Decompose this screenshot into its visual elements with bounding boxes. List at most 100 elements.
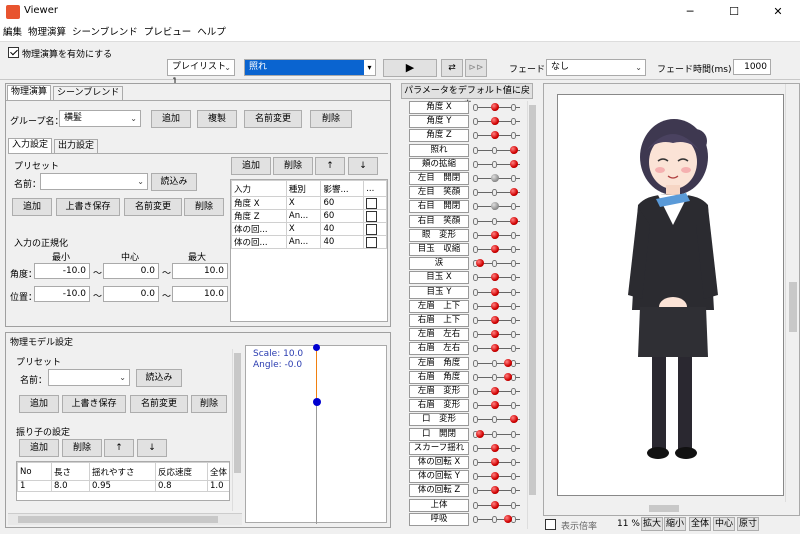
- table-row[interactable]: 角度 Z An... 60: [231, 209, 387, 223]
- param-slider[interactable]: [472, 442, 522, 455]
- position-min-input[interactable]: -10.0: [34, 286, 90, 302]
- model-delete-button[interactable]: 削除: [191, 395, 227, 413]
- param-slider-knob[interactable]: [490, 117, 499, 126]
- param-slider-knob[interactable]: [490, 131, 499, 140]
- param-slider-knob[interactable]: [490, 103, 499, 111]
- menu-edit[interactable]: 編集: [0, 24, 25, 42]
- param-button[interactable]: 目玉 Y: [409, 285, 469, 299]
- param-button[interactable]: 口 変形: [409, 413, 469, 427]
- group-duplicate-button[interactable]: 複製: [197, 110, 237, 128]
- param-button[interactable]: 左眉 変形: [409, 385, 469, 398]
- pendulum-delete-button[interactable]: 削除: [62, 439, 102, 457]
- param-slider-knob[interactable]: [476, 259, 485, 268]
- preset-select[interactable]: ⌄: [40, 173, 148, 190]
- pendulum-up-button[interactable]: ↑: [104, 439, 134, 457]
- param-button[interactable]: スカーフ揺れ: [409, 441, 469, 455]
- col-reaction[interactable]: 反応速度: [155, 462, 208, 481]
- menu-physics[interactable]: 物理演算: [25, 24, 69, 42]
- model-rename-button[interactable]: 名前変更: [130, 395, 188, 413]
- skip-icon[interactable]: ⊳⊳: [465, 59, 487, 77]
- param-button[interactable]: 左目 笑顔: [409, 186, 469, 200]
- param-slider[interactable]: [472, 300, 522, 313]
- param-slider[interactable]: [472, 456, 522, 469]
- param-button[interactable]: 涙: [409, 257, 469, 271]
- model-add-button[interactable]: 追加: [19, 395, 59, 413]
- param-slider[interactable]: [472, 257, 522, 270]
- col-overall[interactable]: 全体: [207, 462, 229, 481]
- preset-load-button[interactable]: 読込み: [151, 173, 197, 191]
- param-slider-knob[interactable]: [490, 273, 499, 282]
- param-button[interactable]: 体の回転 Z: [409, 484, 469, 498]
- param-button[interactable]: 右眉 角度: [409, 370, 469, 384]
- model-vscrollbar[interactable]: [232, 349, 242, 511]
- param-slider-knob[interactable]: [490, 472, 499, 481]
- param-slider[interactable]: [472, 484, 522, 497]
- param-button[interactable]: 角度 Z: [409, 129, 469, 143]
- pendulum-add-button[interactable]: 追加: [19, 439, 59, 457]
- viewport-vscrollbar[interactable]: [785, 84, 799, 502]
- preset-overwrite-button[interactable]: 上書き保存: [56, 198, 120, 216]
- model-overwrite-button[interactable]: 上書き保存: [62, 395, 126, 413]
- playlist-select[interactable]: プレイリスト 1 ⌄: [167, 59, 235, 87]
- fade-select[interactable]: なし ⌄: [546, 59, 646, 76]
- param-button[interactable]: 角度 X: [409, 101, 469, 114]
- param-vscrollbar[interactable]: [527, 101, 537, 529]
- physics-enable-checkbox[interactable]: [8, 47, 19, 58]
- row-checkbox[interactable]: [366, 223, 378, 235]
- param-slider[interactable]: [472, 399, 522, 412]
- param-slider-knob[interactable]: [509, 159, 518, 168]
- param-slider-knob[interactable]: [490, 316, 499, 324]
- param-slider-knob[interactable]: [490, 174, 499, 182]
- table-row[interactable]: 角度 X X 60: [231, 196, 387, 210]
- reset-params-button[interactable]: パラメータをデフォルト値に戻す: [401, 83, 533, 110]
- preset-rename-button[interactable]: 名前変更: [124, 198, 182, 216]
- param-slider-knob[interactable]: [490, 500, 499, 509]
- col-weight[interactable]: 影響...: [320, 180, 365, 197]
- model-canvas[interactable]: [557, 94, 784, 496]
- input-move-up-button[interactable]: ↑: [315, 157, 345, 175]
- param-slider-knob[interactable]: [490, 202, 499, 211]
- play-button[interactable]: ▶: [383, 59, 437, 77]
- param-slider-knob[interactable]: [503, 358, 512, 367]
- param-slider[interactable]: [472, 357, 522, 370]
- param-slider-knob[interactable]: [509, 415, 518, 424]
- input-add-button[interactable]: 追加: [231, 157, 271, 175]
- param-slider[interactable]: [472, 115, 522, 128]
- zoom-in-button[interactable]: 拡大: [641, 517, 663, 531]
- close-button[interactable]: ✕: [756, 0, 800, 24]
- param-slider-knob[interactable]: [503, 514, 512, 523]
- param-button[interactable]: 右眉 左右: [409, 342, 469, 356]
- motion-select[interactable]: 照れ ▾: [244, 59, 376, 76]
- tab-scene-blend[interactable]: シーンブレンド: [53, 86, 124, 100]
- param-button[interactable]: 左眉 左右: [409, 328, 469, 342]
- model-preset-select[interactable]: ⌄: [48, 369, 130, 386]
- param-slider[interactable]: [472, 371, 522, 384]
- table-row[interactable]: 体の回... An... 40: [231, 235, 387, 249]
- row-checkbox[interactable]: [366, 197, 378, 209]
- param-slider-knob[interactable]: [490, 230, 499, 239]
- table-row[interactable]: 体の回... X 40: [231, 222, 387, 236]
- param-slider[interactable]: [472, 129, 522, 142]
- param-slider-knob[interactable]: [490, 486, 499, 495]
- table-row[interactable]: 1 8.0 0.95 0.8 1.0: [17, 480, 229, 492]
- scale-checkbox[interactable]: [545, 519, 556, 530]
- param-slider[interactable]: [472, 513, 522, 526]
- fit-all-button[interactable]: 全体: [689, 517, 711, 531]
- param-slider-knob[interactable]: [490, 458, 499, 466]
- param-button[interactable]: 右眉 上下: [409, 314, 469, 327]
- angle-min-input[interactable]: -10.0: [34, 263, 90, 279]
- param-slider-knob[interactable]: [490, 301, 499, 310]
- param-slider-knob[interactable]: [490, 287, 499, 296]
- param-slider[interactable]: [472, 172, 522, 185]
- param-slider[interactable]: [472, 328, 522, 341]
- loop-icon[interactable]: ⇄: [441, 59, 463, 77]
- group-add-button[interactable]: 追加: [151, 110, 191, 128]
- zoom-out-button[interactable]: 縮小: [664, 517, 686, 531]
- param-slider[interactable]: [472, 499, 522, 512]
- minimize-button[interactable]: ─: [668, 0, 712, 24]
- param-button[interactable]: 右眉 変形: [409, 399, 469, 413]
- preset-delete-button[interactable]: 削除: [184, 198, 224, 216]
- param-slider-knob[interactable]: [490, 344, 499, 353]
- maximize-button[interactable]: ☐: [712, 0, 756, 24]
- row-checkbox[interactable]: [366, 236, 378, 248]
